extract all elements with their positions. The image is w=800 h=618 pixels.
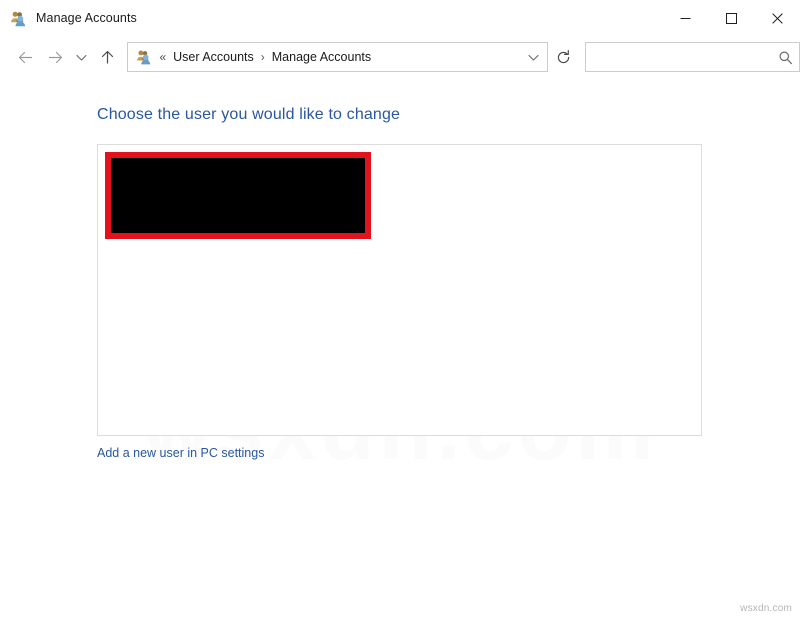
user-accounts-icon (10, 10, 27, 27)
manage-accounts-window: Manage Accounts « User Accounts › Manage… (0, 0, 800, 618)
address-user-accounts-icon (136, 49, 152, 65)
content-area: wsxdn.com Choose the user you would like… (0, 78, 800, 618)
breadcrumb-overflow[interactable]: « (159, 51, 166, 63)
minimize-button[interactable] (662, 0, 708, 36)
navigation-bar: « User Accounts › Manage Accounts (0, 36, 800, 78)
search-input[interactable] (585, 44, 773, 70)
breadcrumb-manage-accounts[interactable]: Manage Accounts (272, 50, 371, 64)
chevron-down-icon (528, 54, 539, 61)
breadcrumb-separator[interactable]: › (261, 51, 265, 63)
address-dropdown-button[interactable] (519, 43, 547, 71)
breadcrumb-user-accounts[interactable]: User Accounts (173, 50, 254, 64)
address-bar[interactable]: « User Accounts › Manage Accounts (127, 42, 549, 72)
maximize-button[interactable] (708, 0, 754, 36)
title-bar: Manage Accounts (0, 0, 800, 36)
add-new-user-link[interactable]: Add a new user in PC settings (97, 446, 264, 460)
recent-locations-button[interactable] (71, 39, 92, 75)
maximize-icon (725, 12, 737, 24)
page-title: Choose the user you would like to change (97, 106, 401, 123)
forward-arrow-icon (49, 51, 63, 63)
title-bar-left: Manage Accounts (0, 10, 137, 27)
refresh-button[interactable] (548, 39, 579, 75)
up-button[interactable] (92, 39, 123, 75)
corner-watermark: wsxdn.com (740, 603, 792, 614)
chevron-down-icon (76, 54, 87, 61)
close-button[interactable] (754, 0, 800, 36)
redacted-account-entry[interactable] (105, 152, 371, 239)
search-icon[interactable] (773, 44, 799, 70)
user-list-panel (97, 144, 702, 436)
window-controls (662, 0, 800, 36)
window-title: Manage Accounts (36, 11, 137, 25)
back-button[interactable] (10, 39, 41, 75)
back-arrow-icon (18, 51, 32, 63)
refresh-icon (558, 49, 570, 63)
up-arrow-icon (101, 50, 113, 63)
forward-button[interactable] (41, 39, 72, 75)
minimize-icon (680, 17, 690, 19)
search-box[interactable] (584, 42, 800, 72)
close-icon (771, 12, 783, 24)
